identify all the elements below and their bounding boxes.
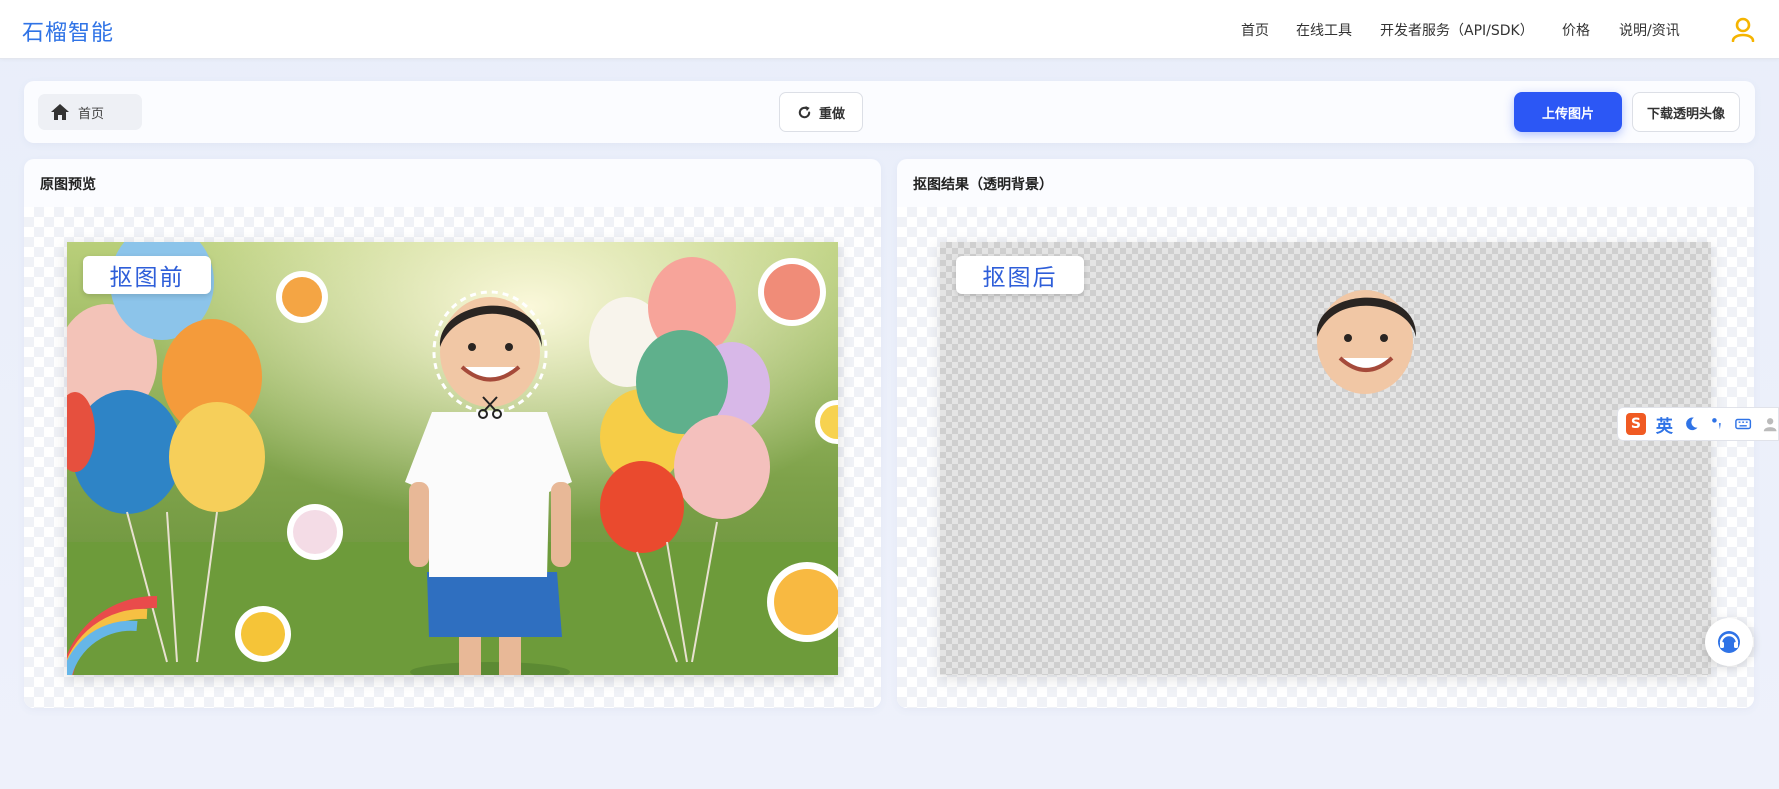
result-image: 抠图后 [940, 242, 1711, 675]
result-preview-title: 抠图结果（透明背景） [913, 177, 1053, 193]
ime-toolbar[interactable]: S 英 [1617, 407, 1779, 441]
breadcrumb-home-label: 首页 [78, 106, 105, 122]
original-photo [67, 242, 838, 675]
breadcrumb-home[interactable]: 首页 [38, 94, 142, 130]
upload-image-button[interactable]: 上传图片 [1514, 92, 1622, 132]
ime-language-toggle[interactable]: 英 [1656, 412, 1673, 437]
nav-item-developer[interactable]: 开发者服务（API/SDK） [1380, 20, 1534, 40]
nav-item-online-tools[interactable]: 在线工具 [1296, 20, 1352, 40]
main-nav: 首页 在线工具 开发者服务（API/SDK） 价格 说明/资讯 [0, 20, 1779, 40]
support-button[interactable] [1705, 618, 1753, 666]
cutout-head [1316, 290, 1417, 394]
redo-icon [798, 105, 811, 118]
nav-item-docs[interactable]: 说明/资讯 [1619, 20, 1680, 40]
user-skin-icon[interactable] [1762, 415, 1778, 433]
download-transparent-button[interactable]: 下载透明头像 [1632, 92, 1740, 132]
after-tag: 抠图后 [956, 256, 1084, 294]
punctuation-icon[interactable] [1709, 415, 1725, 433]
nav-item-pricing[interactable]: 价格 [1562, 20, 1590, 40]
home-icon [51, 104, 69, 120]
moon-icon[interactable] [1683, 415, 1699, 433]
action-toolbar: 首页 重做 上传图片 下载透明头像 [24, 81, 1755, 143]
original-image: 抠图前 [67, 242, 838, 675]
original-preview-panel: 原图预览 抠图前 [24, 159, 881, 708]
headset-icon [1718, 631, 1740, 653]
original-preview-title: 原图预览 [40, 177, 96, 193]
top-navbar: 石榴智能 首页 在线工具 开发者服务（API/SDK） 价格 说明/资讯 [0, 0, 1779, 59]
keyboard-icon[interactable] [1735, 415, 1752, 433]
redo-label: 重做 [818, 106, 845, 122]
redo-button[interactable]: 重做 [779, 92, 863, 132]
user-icon[interactable] [1730, 16, 1756, 42]
nav-item-home[interactable]: 首页 [1241, 20, 1269, 40]
before-tag: 抠图前 [83, 256, 211, 294]
ime-logo-icon[interactable]: S [1626, 413, 1646, 435]
